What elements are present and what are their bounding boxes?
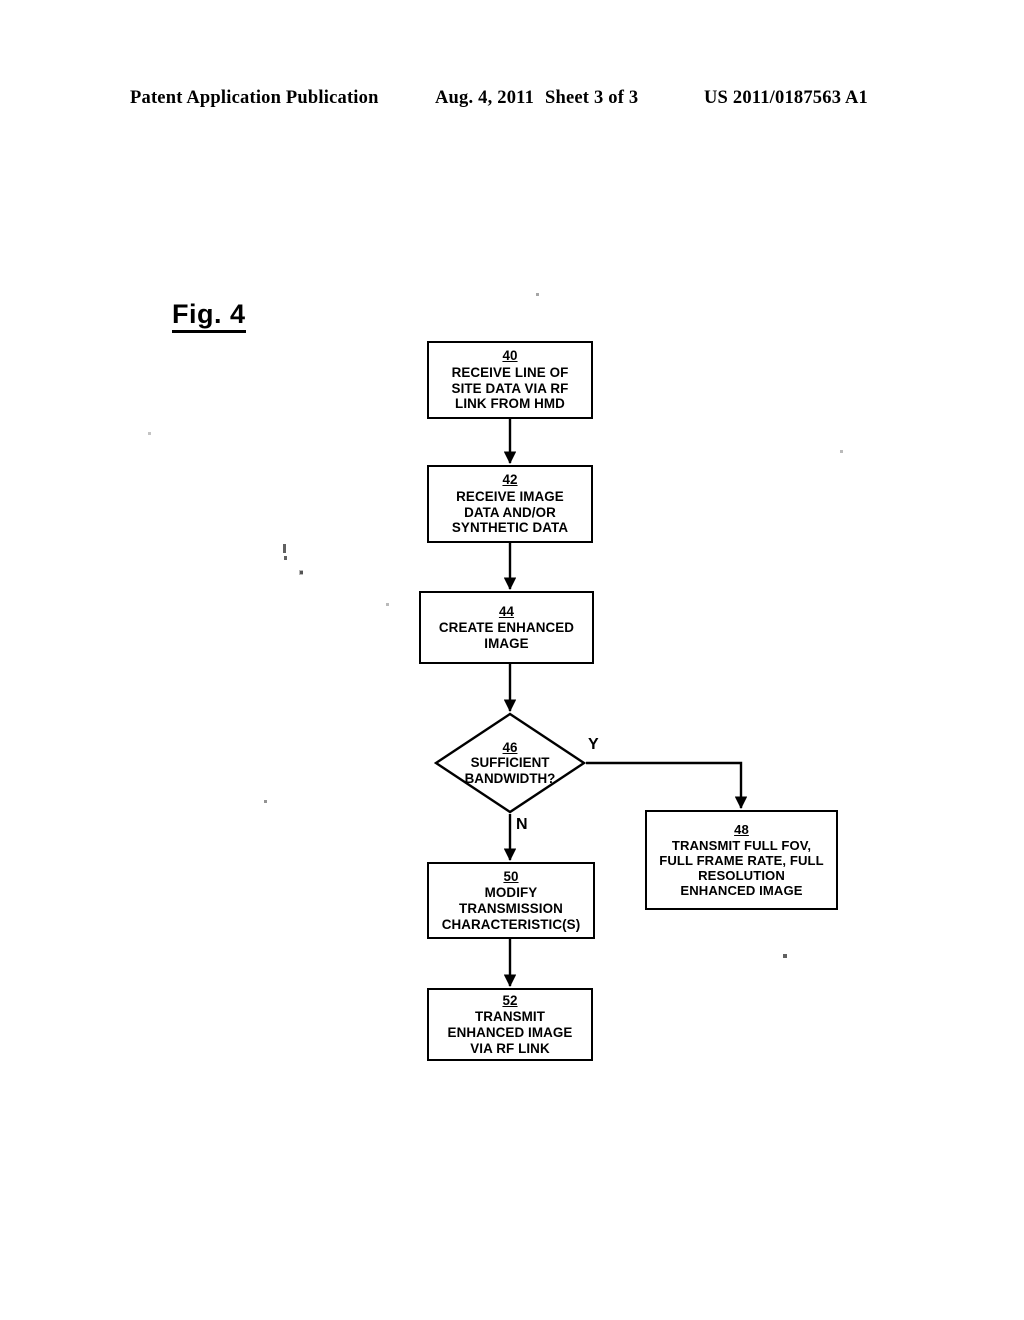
decision-diamond-shape [434, 712, 586, 814]
scan-speckle [840, 450, 843, 453]
flow-node-50: 50 MODIFY TRANSMISSION CHARACTERISTIC(S) [427, 862, 595, 939]
flow-node-52-ref: 52 [502, 992, 518, 1008]
flow-node-48-ref: 48 [734, 821, 749, 837]
flow-node-42-ref: 42 [502, 472, 518, 488]
flow-node-42: 42 RECEIVE IMAGE DATA AND/OR SYNTHETIC D… [427, 465, 593, 543]
scan-speckle [386, 603, 389, 606]
branch-label-yes: Y [588, 736, 599, 753]
scan-speckle [536, 293, 539, 296]
scan-speckle [783, 954, 787, 958]
branch-label-no: N [516, 816, 528, 833]
flow-node-46-decision: 46 SUFFICIENT BANDWIDTH? [434, 712, 586, 814]
flow-node-48: 48 TRANSMIT FULL FOV, FULL FRAME RATE, F… [645, 810, 838, 910]
scan-speckle [284, 556, 287, 560]
flow-node-52-text: TRANSMIT ENHANCED IMAGE VIA RF LINK [447, 1009, 573, 1056]
scan-speckle [300, 571, 303, 574]
flow-node-44-ref: 44 [498, 603, 515, 619]
flow-node-50-text: MODIFY TRANSMISSION CHARACTERISTIC(S) [441, 885, 581, 932]
flow-node-40: 40 RECEIVE LINE OF SITE DATA VIA RF LINK… [427, 341, 593, 419]
scan-speckle [264, 800, 267, 803]
flow-node-44: 44 CREATE ENHANCED IMAGE [419, 591, 594, 664]
flow-node-52: 52 TRANSMIT ENHANCED IMAGE VIA RF LINK [427, 988, 593, 1061]
connector-46-yes-to-48 [586, 761, 748, 809]
flow-node-42-text: RECEIVE IMAGE DATA AND/OR SYNTHETIC DATA [451, 488, 569, 536]
flow-node-40-ref: 40 [502, 348, 518, 364]
flow-node-50-ref: 50 [503, 868, 519, 884]
flow-node-48-text: TRANSMIT FULL FOV, FULL FRAME RATE, FULL… [659, 837, 824, 899]
flow-node-44-text: CREATE ENHANCED IMAGE [438, 620, 575, 651]
flow-node-40-text: RECEIVE LINE OF SITE DATA VIA RF LINK FR… [451, 364, 569, 412]
scan-speckle [283, 544, 286, 553]
scan-speckle [148, 432, 151, 435]
